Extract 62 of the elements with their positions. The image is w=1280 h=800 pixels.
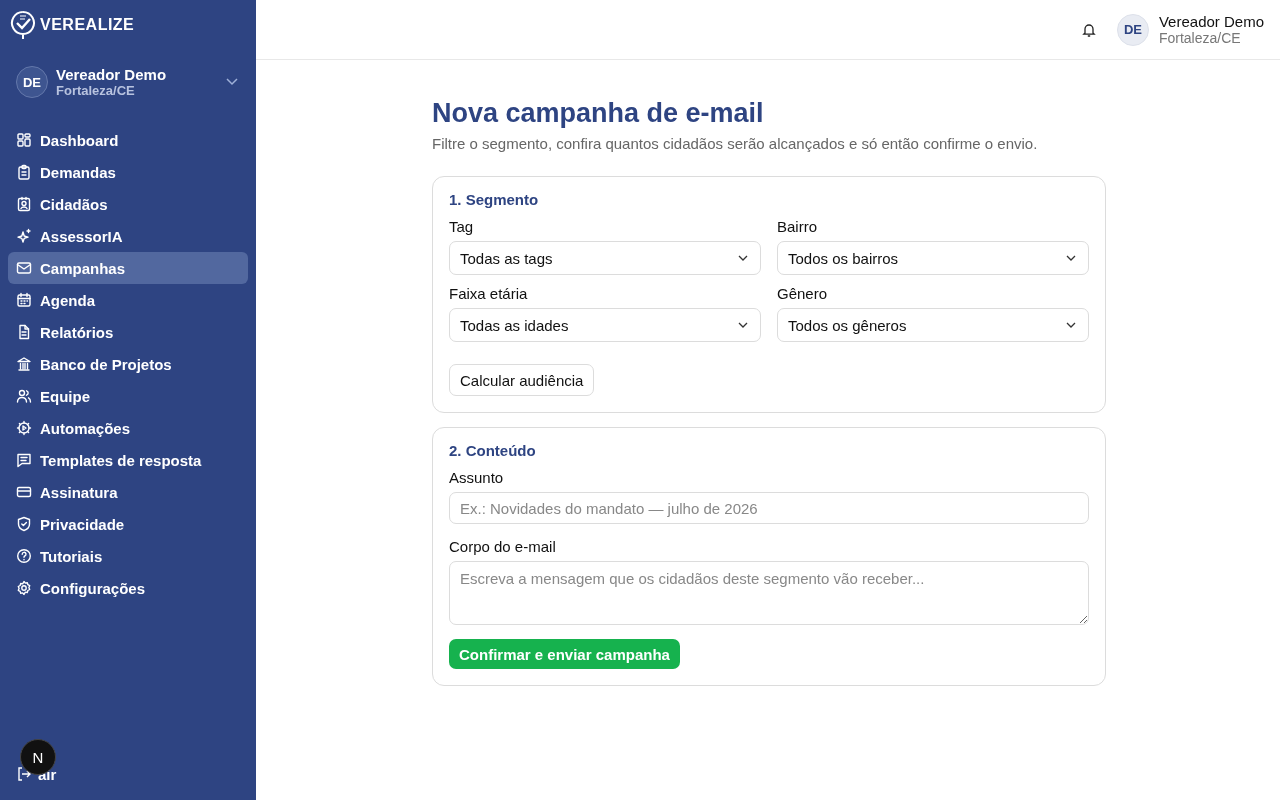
user-name: Vereador Demo <box>1158 13 1264 30</box>
chevron-down-icon <box>738 255 748 261</box>
nav-item[interactable]: Demandas <box>8 156 248 188</box>
chevron-down-icon <box>1066 255 1076 261</box>
nav-item[interactable]: Relatórios <box>8 316 248 348</box>
contact-icon <box>16 196 32 212</box>
play-gear-icon <box>16 420 32 436</box>
help-icon <box>16 548 32 564</box>
nav-item[interactable]: Banco de Projetos <box>8 348 248 380</box>
body-field[interactable]: Escreva a mensagem que os cidadãos deste segmento vão receber... <box>449 561 1089 625</box>
nav-item[interactable]: Agenda <box>8 284 248 316</box>
avatar: DE <box>16 66 48 98</box>
nav-item[interactable]: Automações <box>8 412 248 444</box>
field-label: Tag <box>449 218 475 235</box>
calculate-button[interactable]: Calcular audiência <box>449 364 595 396</box>
nav-item[interactable]: Privacidade <box>8 508 248 540</box>
calendar-icon <box>16 292 32 308</box>
section-title: 2. Conteúdo <box>449 442 537 459</box>
shield-icon <box>16 516 32 532</box>
field-label: Faixa etária <box>449 285 529 302</box>
account-location: Fortaleza/CE <box>56 83 136 98</box>
nav-item[interactable]: Templates de resposta <box>8 444 248 476</box>
avatar[interactable]: DE <box>1116 13 1149 46</box>
section-title: 1. Segmento <box>449 191 540 208</box>
nav-item[interactable]: Tutoriais <box>8 540 248 572</box>
clipboard-icon <box>16 164 32 180</box>
brand-name: VEREALIZE <box>40 15 135 34</box>
mail-icon <box>16 260 32 276</box>
field-label: Gênero <box>777 285 829 302</box>
page-title: Nova campanha de e-mail <box>432 98 765 129</box>
chevron-down-icon <box>738 322 748 328</box>
bell-icon[interactable] <box>1080 21 1097 38</box>
nav-item[interactable]: Cidadãos <box>8 188 248 220</box>
user-location: Fortaleza/CE <box>1158 30 1242 46</box>
select-field[interactable]: Todas as tags <box>449 241 761 275</box>
field-label: Bairro <box>777 218 818 235</box>
field-label: Corpo do e-mail <box>449 538 557 555</box>
select-field[interactable]: Todos os bairros <box>777 241 1089 275</box>
logo-icon <box>9 9 37 40</box>
field-label: Assunto <box>449 469 505 486</box>
users-icon <box>16 388 32 404</box>
card-icon <box>16 484 32 500</box>
account-name: Vereador Demo <box>56 66 168 83</box>
nav-item[interactable]: Assinatura <box>8 476 248 508</box>
nav-item[interactable]: Equipe <box>8 380 248 412</box>
page-subtitle: Filtre o segmento, confira quantos cidadãos serão alcançados e só então confirme o envio. <box>432 135 1039 152</box>
logout-icon <box>16 766 32 782</box>
nav-item[interactable]: Dashboard <box>8 124 248 156</box>
nav-item[interactable]: Campanhas <box>8 252 248 284</box>
bank-icon <box>16 356 32 372</box>
sparkles-icon <box>16 228 32 244</box>
gear-icon <box>16 580 32 596</box>
select-field[interactable]: Todas as idades <box>449 308 761 342</box>
chevron-down-icon <box>226 78 238 86</box>
message-icon <box>16 452 32 468</box>
chevron-down-icon <box>1066 322 1076 328</box>
grid-icon <box>16 132 32 148</box>
nav-item[interactable]: Configurações <box>8 572 248 604</box>
nav-item[interactable]: AssessorIA <box>8 220 248 252</box>
select-field[interactable]: Todos os gêneros <box>777 308 1089 342</box>
file-icon <box>16 324 32 340</box>
subject-field[interactable]: Ex.: Novidades do mandato — julho de 2026 <box>449 492 1089 524</box>
